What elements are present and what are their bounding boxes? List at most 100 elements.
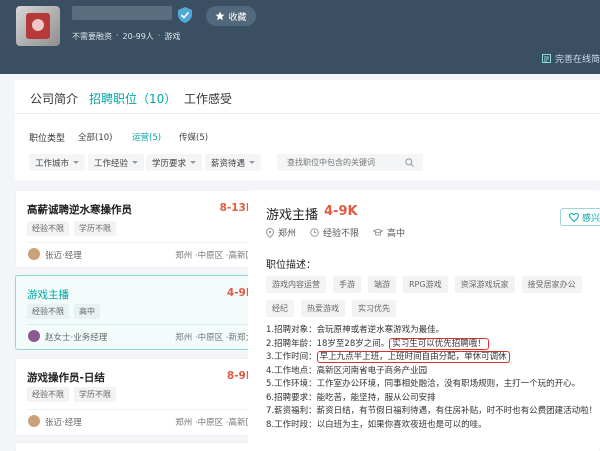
interested-button[interactable]: 感兴 — [560, 208, 600, 226]
avatar — [28, 330, 40, 342]
job-title: 高薪诚聘逆水寒操作员 — [27, 204, 132, 216]
experience-dropdown-label: 工作经验 — [94, 158, 129, 169]
job-tag: 经验不限 — [27, 387, 69, 402]
job-location: 郑州 ·中原区 ·高新区 — [175, 251, 254, 261]
graduation-cap-icon — [373, 228, 384, 236]
recruiter-name: 张迈·经理 — [45, 251, 82, 261]
detail-experience-text: 经验不限 — [323, 229, 360, 239]
detail-job-title: 游戏主播 — [266, 208, 319, 223]
chevron-down-icon — [132, 161, 139, 164]
company-tabs: 公司简介 招聘职位（10） 工作感受 — [15, 80, 600, 116]
keyword-search-input[interactable] — [277, 154, 423, 171]
heart-icon — [569, 212, 579, 222]
highlighted-text: 实习生可以优先招聘哦！ — [389, 337, 489, 350]
clock-icon — [310, 228, 319, 237]
description-line: 6.招聘要求：能吃苦，能坚持，服从公司安排 — [266, 392, 436, 403]
job-card-2[interactable]: 游戏主播 4-9K 经验不限 高中 赵女士·业务经理 郑州 ·中原区 ·新郑大 — [15, 275, 267, 350]
job-tag: 高中 — [74, 304, 100, 319]
description-line: 7.薪资福利：薪资日结，有节假日福利待遇，有住房补贴，时不时也有公费团建活动啦！ — [266, 406, 598, 416]
education-dropdown-label: 学历要求 — [152, 158, 187, 169]
verified-shield-icon — [178, 7, 192, 23]
detail-meta: 郑州 经验不限 高中 — [266, 226, 405, 239]
chevron-down-icon — [190, 161, 197, 164]
skill-tag: 经纪 — [266, 300, 294, 317]
search-icon[interactable] — [405, 158, 414, 167]
city-dropdown[interactable]: 工作城市 — [29, 154, 86, 171]
highlighted-text: 早上九点半上班，上班时间自由分配，单休可调休 — [316, 351, 510, 363]
description-line: 5.工作环境：工作室办公环境，同事相处融洽，没有职场规则，主打一个玩的开心。 — [266, 379, 581, 389]
job-location: 郑州 ·中原区 ·新郑大 — [175, 333, 254, 343]
star-icon — [215, 11, 225, 21]
description-text: 2.招聘年龄：18岁至28岁之间。 — [266, 338, 390, 349]
meta-separator: · — [157, 31, 161, 40]
divider — [27, 242, 255, 243]
company-meta: 不需要融资 · 20-99人 · 游戏 — [72, 31, 180, 42]
job-filters: 职位类型 全部(10) 运营(5) 传媒(5) 工作城市 工作经验 学历要求 薪… — [15, 114, 600, 180]
description-line: 3.工作时间： 早上九点半上班，上班时间自由分配，单休可调休 — [266, 351, 600, 365]
skill-tag: 端游 — [368, 276, 396, 293]
description-line: 8.工作时段：以白班为主，如果你喜欢夜班也是可以的哇。 — [266, 419, 487, 430]
avatar — [28, 415, 40, 427]
skill-tag: 实习优先 — [352, 300, 396, 317]
salary-dropdown-label: 薪资待遇 — [211, 158, 246, 169]
chevron-down-icon — [249, 161, 256, 164]
job-title: 游戏主播 — [27, 289, 69, 301]
job-tag: 经验不限 — [27, 221, 69, 236]
job-tag: 学历不限 — [74, 387, 116, 402]
company-header: 收藏 不需要融资 · 20-99人 · 游戏 完善在线简 — [0, 0, 600, 74]
filter-all[interactable]: 全部(10) — [78, 131, 112, 143]
detail-salary: 4-9K — [324, 204, 358, 219]
avatar — [28, 248, 40, 260]
job-tags: 经验不限 学历不限 — [27, 387, 116, 402]
job-type-label: 职位类型 — [29, 134, 66, 144]
complete-resume-label: 完善在线简 — [554, 55, 600, 65]
complete-resume-link[interactable]: 完善在线简 — [541, 52, 600, 65]
detail-city: 郑州 — [266, 226, 296, 239]
divider — [27, 409, 255, 410]
description-line: 4.工作地点：高新区河南省电子商务产业园 — [266, 365, 428, 376]
location-pin-icon — [266, 227, 274, 238]
chevron-down-icon — [73, 161, 80, 164]
interested-label: 感兴 — [582, 213, 600, 224]
resume-icon — [541, 54, 551, 63]
tab-company-intro[interactable]: 公司简介 — [30, 90, 78, 107]
education-dropdown[interactable]: 学历要求 — [146, 154, 203, 171]
skill-tag: RPG游戏 — [403, 276, 448, 293]
filter-operations[interactable]: 运营(5) — [132, 131, 161, 143]
job-title: 游戏操作员-日结 — [27, 372, 105, 384]
description-line: 1.招聘对象：会玩原神或者逆水寒游戏为最佳。 — [266, 325, 445, 335]
filter-media[interactable]: 传媒(5) — [179, 131, 208, 143]
skill-tag: 热爱游戏 — [301, 300, 345, 317]
job-card-4[interactable] — [15, 442, 267, 451]
job-card-3[interactable]: 游戏操作员-日结 8-9K 经验不限 学历不限 张迈·经理 郑州 ·中原区 ·高… — [15, 358, 267, 436]
city-dropdown-label: 工作城市 — [35, 158, 70, 169]
skill-tags: 游戏内容运营 手游 端游 RPG游戏 资深游戏玩家 接受居家办公 经纪 热爱游戏… — [266, 276, 600, 317]
company-industry: 游戏 — [164, 32, 181, 41]
detail-education-text: 高中 — [387, 229, 406, 239]
tab-work-experience[interactable]: 工作感受 — [184, 90, 232, 107]
skill-tag: 资深游戏玩家 — [454, 276, 515, 293]
experience-dropdown[interactable]: 工作经验 — [88, 154, 145, 171]
description-line: 2.招聘年龄：18岁至28岁之间。 实习生可以优先招聘哦！ — [266, 337, 600, 352]
recruiter-name: 张迈·经理 — [45, 418, 82, 428]
job-detail-panel: 游戏主播 4-9K 郑州 经验不限 高中 感兴 职位描述： 游戏内容运营 手游 … — [248, 190, 600, 451]
job-location: 郑州 ·中原区 ·高新区 — [175, 418, 254, 428]
detail-city-text: 郑州 — [278, 229, 297, 239]
description-text: 3.工作时间： — [266, 352, 317, 362]
skill-tag: 接受居家办公 — [521, 276, 582, 293]
job-tags: 经验不限 高中 — [27, 304, 100, 319]
tab-job-openings[interactable]: 招聘职位（10） — [89, 90, 177, 116]
recruiter-name: 赵女士·业务经理 — [45, 333, 108, 343]
company-name-blurred — [72, 6, 172, 20]
company-size: 20-99人 — [122, 32, 154, 41]
job-tag: 经验不限 — [27, 304, 69, 319]
divider — [27, 324, 255, 325]
funding-stage: 不需要融资 — [72, 32, 112, 41]
job-tags: 经验不限 学历不限 — [27, 221, 116, 236]
collect-button[interactable]: 收藏 — [206, 6, 256, 26]
job-tag: 学历不限 — [74, 221, 116, 236]
job-card-1[interactable]: 高薪诚聘逆水寒操作员 8-13K 经验不限 学历不限 张迈·经理 郑州 ·中原区… — [15, 190, 267, 268]
salary-dropdown[interactable]: 薪资待遇 — [205, 154, 262, 171]
collect-label: 收藏 — [228, 12, 247, 23]
company-logo — [16, 6, 60, 46]
